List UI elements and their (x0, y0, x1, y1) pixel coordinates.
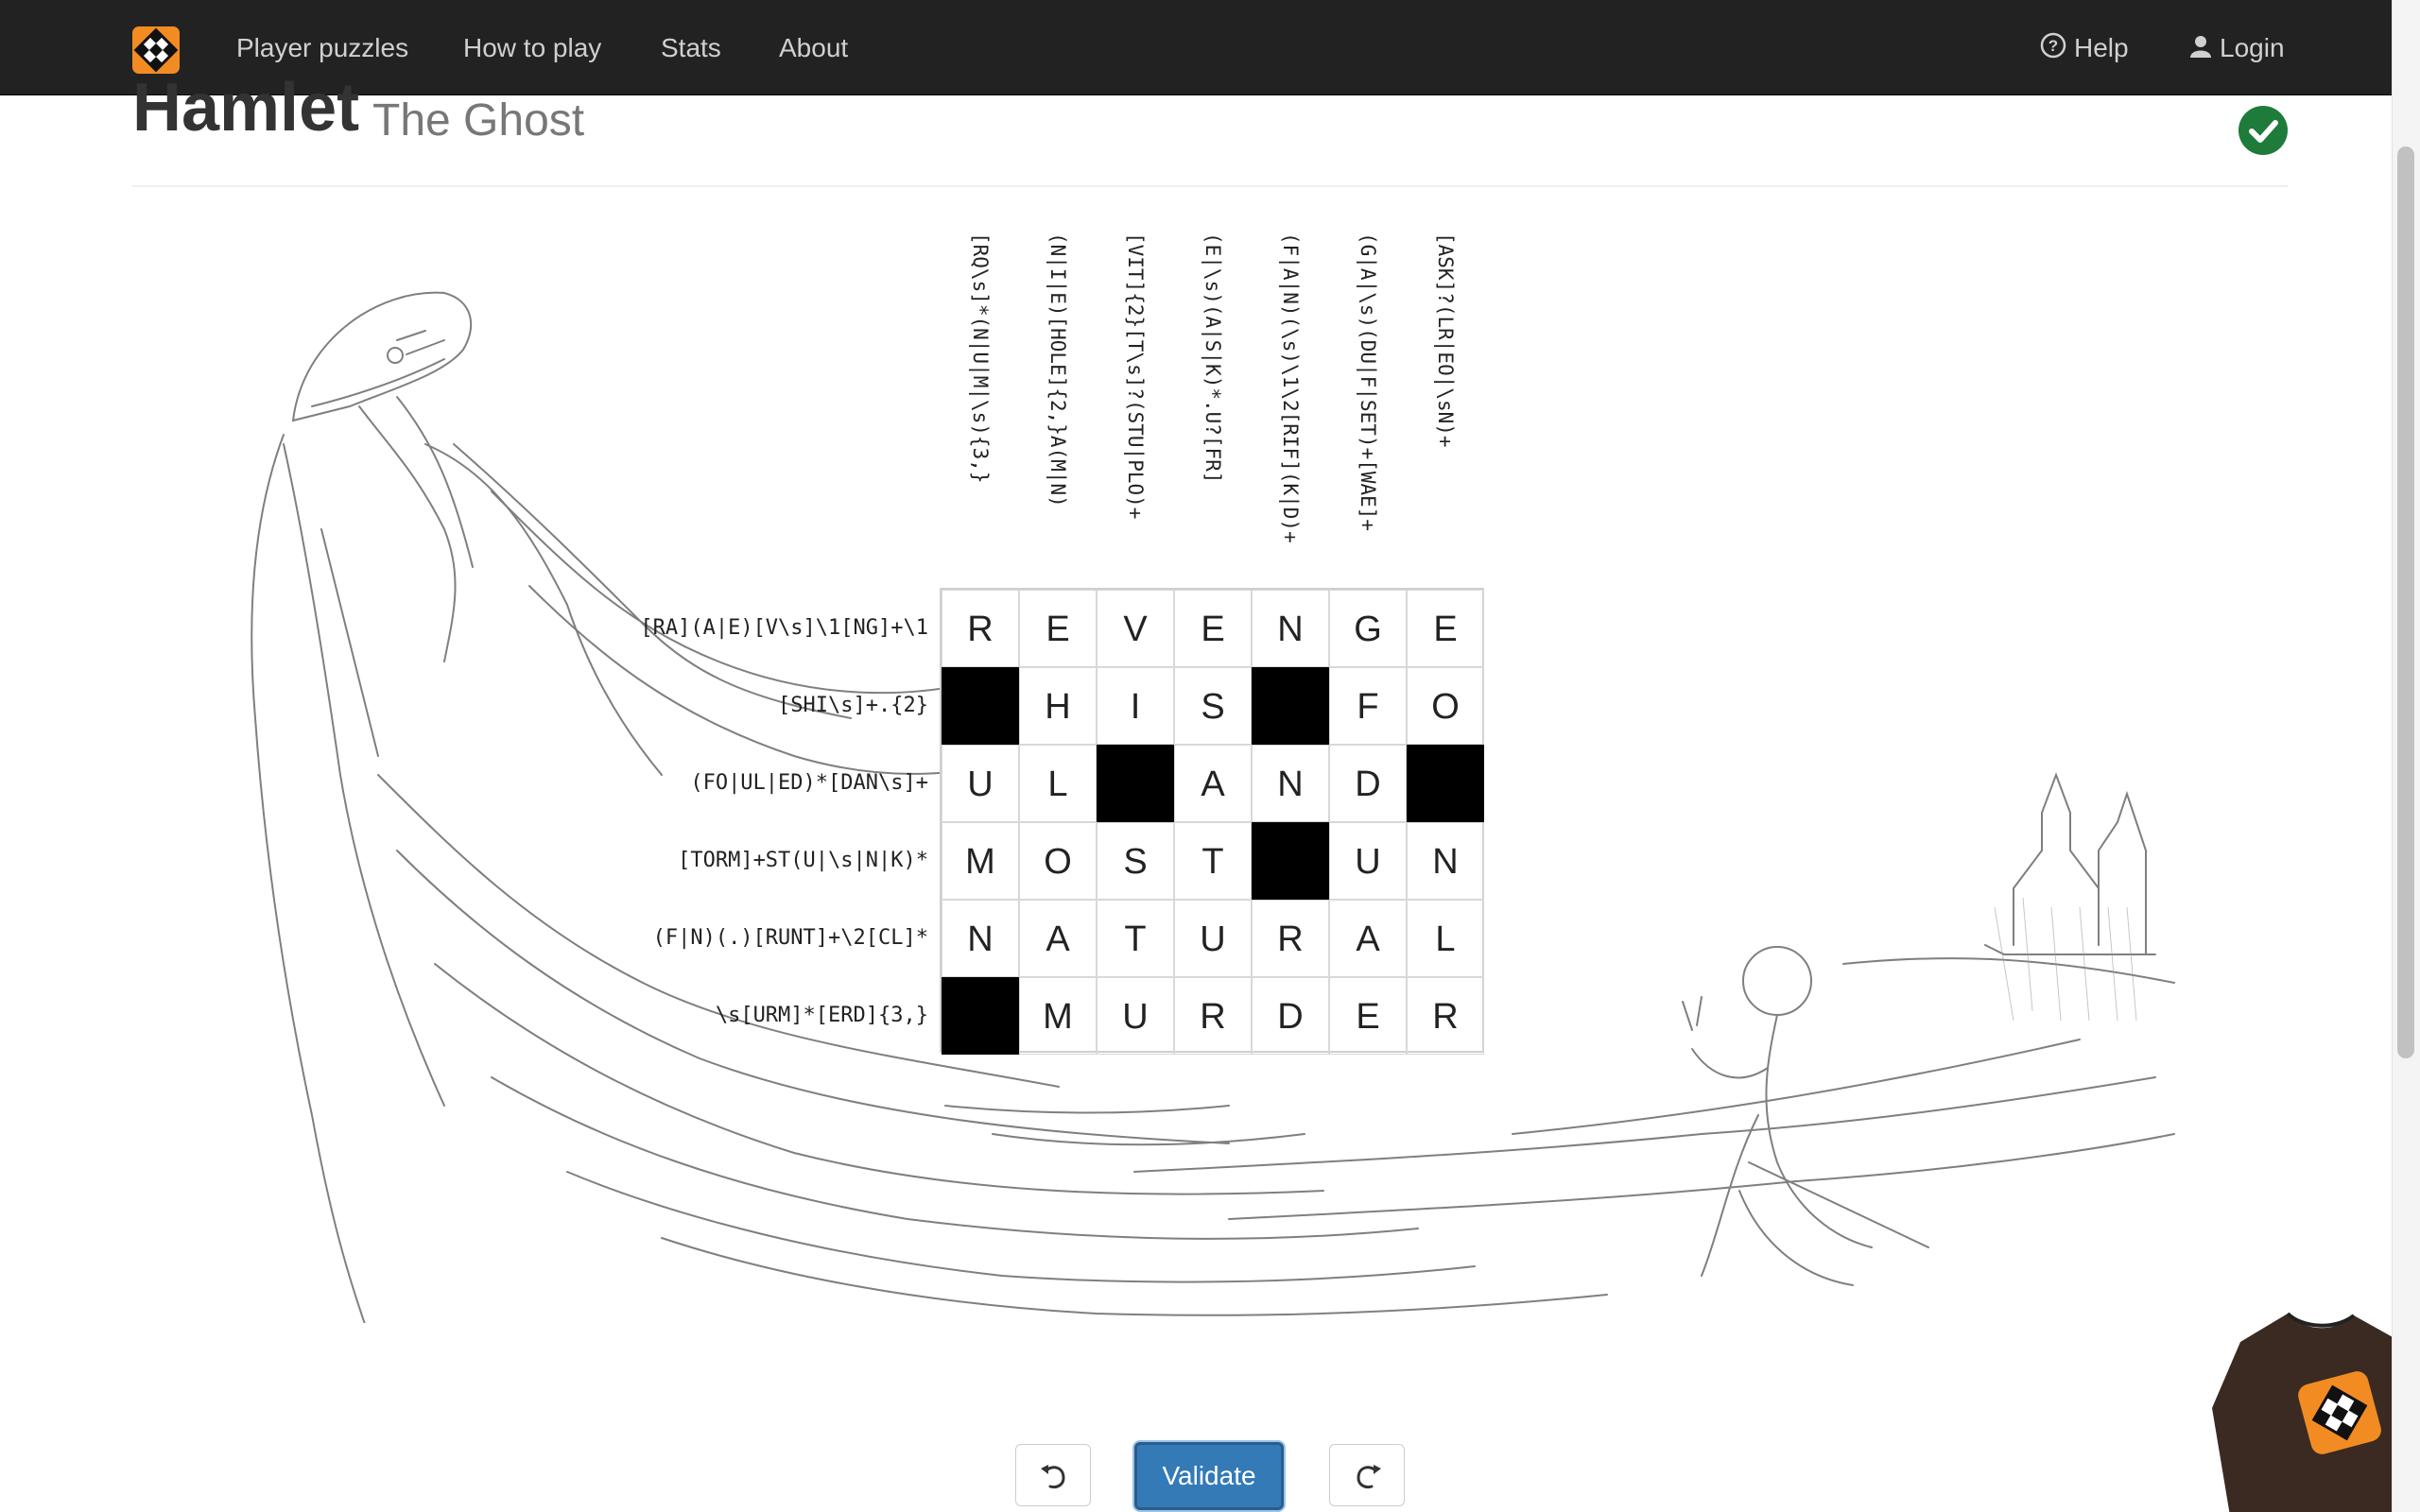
grid-cell[interactable]: A (1329, 900, 1407, 977)
help-icon: ? (2040, 2, 2066, 97)
puzzle-title: Hamlet (132, 70, 360, 146)
grid-cell[interactable]: L (1407, 900, 1484, 977)
grid-cell[interactable]: N (1252, 590, 1329, 667)
row-clue: (FO|UL|ED)*[DAN\s]+ (690, 771, 928, 795)
grid-cell[interactable]: A (1174, 745, 1252, 822)
grid-cell-blocked[interactable] (1252, 822, 1329, 900)
grid-cell-blocked[interactable] (1252, 667, 1329, 745)
nav-how-to-play[interactable]: How to play (463, 0, 601, 95)
row-clue: [RA](A|E)[V\s]\1[NG]+\1 (640, 616, 928, 640)
grid-cell[interactable]: N (1252, 745, 1329, 822)
row-clue: \s[URM]*[ERD]{3,} (715, 1004, 928, 1027)
column-clue: [ASK]?(LR|EO|\sN)+ (1407, 232, 1484, 584)
column-clue: [VIT]{2}[T\s]?(STU|PLO)+ (1097, 232, 1174, 584)
grid-cell[interactable]: S (1097, 822, 1174, 900)
site-logo-icon[interactable] (132, 26, 180, 74)
grid-cell[interactable]: A (1019, 900, 1097, 977)
nav-about[interactable]: About (779, 0, 848, 95)
grid-cell[interactable]: U (1329, 822, 1407, 900)
grid-cell[interactable]: E (1019, 590, 1097, 667)
grid-cell[interactable]: F (1329, 667, 1407, 745)
row-clue: (F|N)(.)[RUNT]+\2[CL]* (652, 926, 928, 950)
puzzle-subtitle: The Ghost (372, 95, 585, 146)
header-divider (132, 185, 2288, 187)
row-clue: [TORM]+ST(U|\s|N|K)* (678, 849, 928, 872)
grid-cell[interactable]: L (1019, 745, 1097, 822)
grid-cell[interactable]: E (1329, 977, 1407, 1055)
user-icon (2189, 2, 2212, 97)
grid-cell[interactable]: O (1407, 667, 1484, 745)
redo-button[interactable] (1329, 1444, 1405, 1506)
scrollbar-thumb[interactable] (2397, 146, 2414, 1058)
grid-cell[interactable]: G (1329, 590, 1407, 667)
nav-login[interactable]: Login (2189, 0, 2285, 95)
grid-cell[interactable]: R (1174, 977, 1252, 1055)
column-clue-text: [ASK]?(LR|EO|\sN)+ (1434, 232, 1457, 448)
grid-cell[interactable]: R (1252, 900, 1329, 977)
column-clue-text: (E|\s)(A|S|K)*.U?[FR] (1201, 232, 1224, 484)
grid-cell-blocked[interactable] (1407, 745, 1484, 822)
grid-cell[interactable]: R (942, 590, 1019, 667)
grid-cell[interactable]: D (1329, 745, 1407, 822)
grid-cell[interactable]: M (1019, 977, 1097, 1055)
undo-icon (1041, 1465, 1065, 1489)
column-clue: (F|A|N)(\s)\1\2[RIF](K|D)+ (1252, 232, 1329, 584)
solved-check-icon (2238, 106, 2288, 155)
grid-cell-blocked[interactable] (1097, 745, 1174, 822)
grid-cell[interactable]: U (1097, 977, 1174, 1055)
grid-cell[interactable]: N (942, 900, 1019, 977)
login-label: Login (2220, 33, 2285, 62)
column-clue-text: [RQ\s]*(N|U|M|\s){3,} (969, 232, 992, 484)
grid-cell[interactable]: M (942, 822, 1019, 900)
redo-icon (1357, 1465, 1381, 1489)
column-clue-text: (N|I|E)[HOLE]{2,}A(M|N) (1046, 232, 1069, 507)
grid-cell[interactable]: N (1407, 822, 1484, 900)
grid-cell-blocked[interactable] (942, 977, 1019, 1055)
grid-cell[interactable]: D (1252, 977, 1329, 1055)
grid-cell[interactable]: U (942, 745, 1019, 822)
svg-text:?: ? (2048, 37, 2058, 55)
column-clue: (G|A|\s)(DU|F|SET)+[WAE]+ (1329, 232, 1407, 584)
row-clue: [SHI\s]+.{2} (778, 694, 928, 717)
column-clue-text: (G|A|\s)(DU|F|SET)+[WAE]+ (1357, 232, 1379, 532)
grid-cell[interactable]: E (1174, 590, 1252, 667)
grid-cell[interactable]: T (1174, 822, 1252, 900)
undo-button[interactable] (1015, 1444, 1091, 1506)
grid-cell[interactable]: O (1019, 822, 1097, 900)
grid-cell[interactable]: E (1407, 590, 1484, 667)
column-clue-text: (F|A|N)(\s)\1\2[RIF](K|D)+ (1279, 232, 1302, 543)
column-clue: (N|I|E)[HOLE]{2,}A(M|N) (1019, 232, 1097, 584)
column-clue-text: [VIT]{2}[T\s]?(STU|PLO)+ (1124, 232, 1147, 520)
grid-cell[interactable]: S (1174, 667, 1252, 745)
grid-cell[interactable]: R (1407, 977, 1484, 1055)
grid-cell[interactable]: I (1097, 667, 1174, 745)
grid-cell[interactable]: V (1097, 590, 1174, 667)
nav-stats[interactable]: Stats (661, 0, 721, 95)
column-clue: (E|\s)(A|S|K)*.U?[FR] (1174, 232, 1252, 584)
validate-button[interactable]: Validate (1134, 1442, 1284, 1510)
puzzle-grid: REVENGEHISFOULANDMOSTUNNATURALMURDER (940, 588, 1484, 1055)
help-label: Help (2074, 33, 2129, 62)
tshirt-promo-image[interactable] (2203, 1304, 2392, 1512)
column-clue: [RQ\s]*(N|U|M|\s){3,} (942, 232, 1019, 584)
grid-cell[interactable]: U (1174, 900, 1252, 977)
nav-help[interactable]: ? Help (2040, 0, 2129, 95)
grid-cell[interactable]: T (1097, 900, 1174, 977)
grid-cell-blocked[interactable] (942, 667, 1019, 745)
grid-cell[interactable]: H (1019, 667, 1097, 745)
